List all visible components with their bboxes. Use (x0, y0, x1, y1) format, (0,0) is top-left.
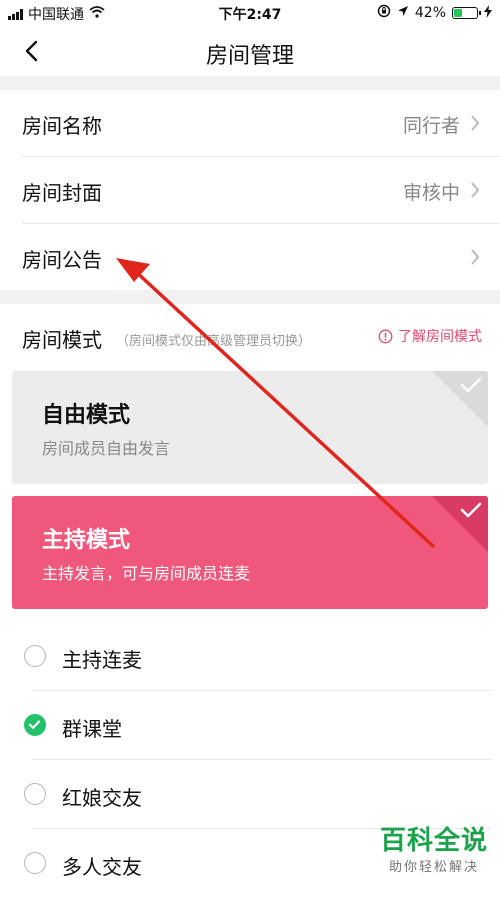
option-matchmaking[interactable]: 红娘交友 (0, 760, 500, 829)
battery-icon (452, 7, 481, 19)
row-label: 房间名称 (22, 114, 102, 138)
chevron-right-icon (471, 182, 480, 198)
watermark-logo: 百科全说 助你轻松解决 (380, 826, 488, 875)
mode-title: 自由模式 (42, 403, 131, 428)
row-label: 房间封面 (22, 181, 102, 205)
option-label: 红娘交友 (62, 786, 142, 810)
radio-checked-icon[interactable] (24, 714, 46, 736)
page-title: 房间管理 (205, 44, 294, 69)
option-group-class[interactable]: 群课堂 (0, 691, 500, 760)
room-announcement-row[interactable]: 房间公告 (0, 224, 500, 290)
room-mode-label: 房间模式 (22, 328, 102, 352)
option-label: 多人交友 (62, 855, 142, 879)
row-value: 同行者 (402, 115, 460, 137)
chevron-right-icon (471, 115, 480, 131)
check-corner-icon (432, 496, 488, 552)
mode-description: 主持发言，可与房间成员连麦 (42, 564, 251, 583)
mode-description: 房间成员自由发言 (42, 439, 171, 458)
info-icon (378, 329, 393, 343)
learn-room-mode-link[interactable]: 了解房间模式 (378, 326, 482, 346)
section-gap (0, 290, 500, 304)
watermark-subtitle: 助你轻松解决 (388, 860, 479, 875)
host-mode-card[interactable]: 主持模式 主持发言，可与房间成员连麦 (12, 496, 488, 609)
radio-unchecked-icon[interactable] (24, 645, 46, 667)
charging-icon (484, 4, 492, 22)
room-mode-header: 房间模式 （房间模式仅由高级管理员切换） 了解房间模式 (0, 304, 500, 364)
option-label: 群课堂 (62, 717, 122, 741)
room-mode-note: （房间模式仅由高级管理员切换） (116, 334, 312, 349)
row-value: 审核中 (402, 182, 460, 204)
radio-unchecked-icon[interactable] (24, 852, 46, 874)
watermark-title: 百科全说 (379, 826, 488, 856)
learn-room-mode-label: 了解房间模式 (398, 329, 482, 345)
chevron-right-icon (471, 249, 480, 265)
room-cover-row[interactable]: 房间封面 审核中 (0, 157, 500, 223)
section-gap (0, 76, 500, 90)
mode-title: 主持模式 (42, 528, 131, 553)
check-corner-icon (432, 371, 488, 427)
row-label: 房间公告 (22, 248, 102, 272)
option-host-mic[interactable]: 主持连麦 (0, 622, 500, 691)
battery-percent: 42% (414, 5, 446, 21)
radio-unchecked-icon[interactable] (24, 783, 46, 805)
free-mode-card[interactable]: 自由模式 房间成员自由发言 (12, 371, 488, 484)
room-name-row[interactable]: 房间名称 同行者 (0, 90, 500, 156)
navigation-bar: 房间管理 (0, 26, 500, 76)
status-bar: 中国联通 下午2:47 42% (0, 0, 500, 26)
option-label: 主持连麦 (62, 648, 142, 672)
location-icon (397, 5, 409, 21)
rotation-lock-icon (377, 4, 391, 22)
